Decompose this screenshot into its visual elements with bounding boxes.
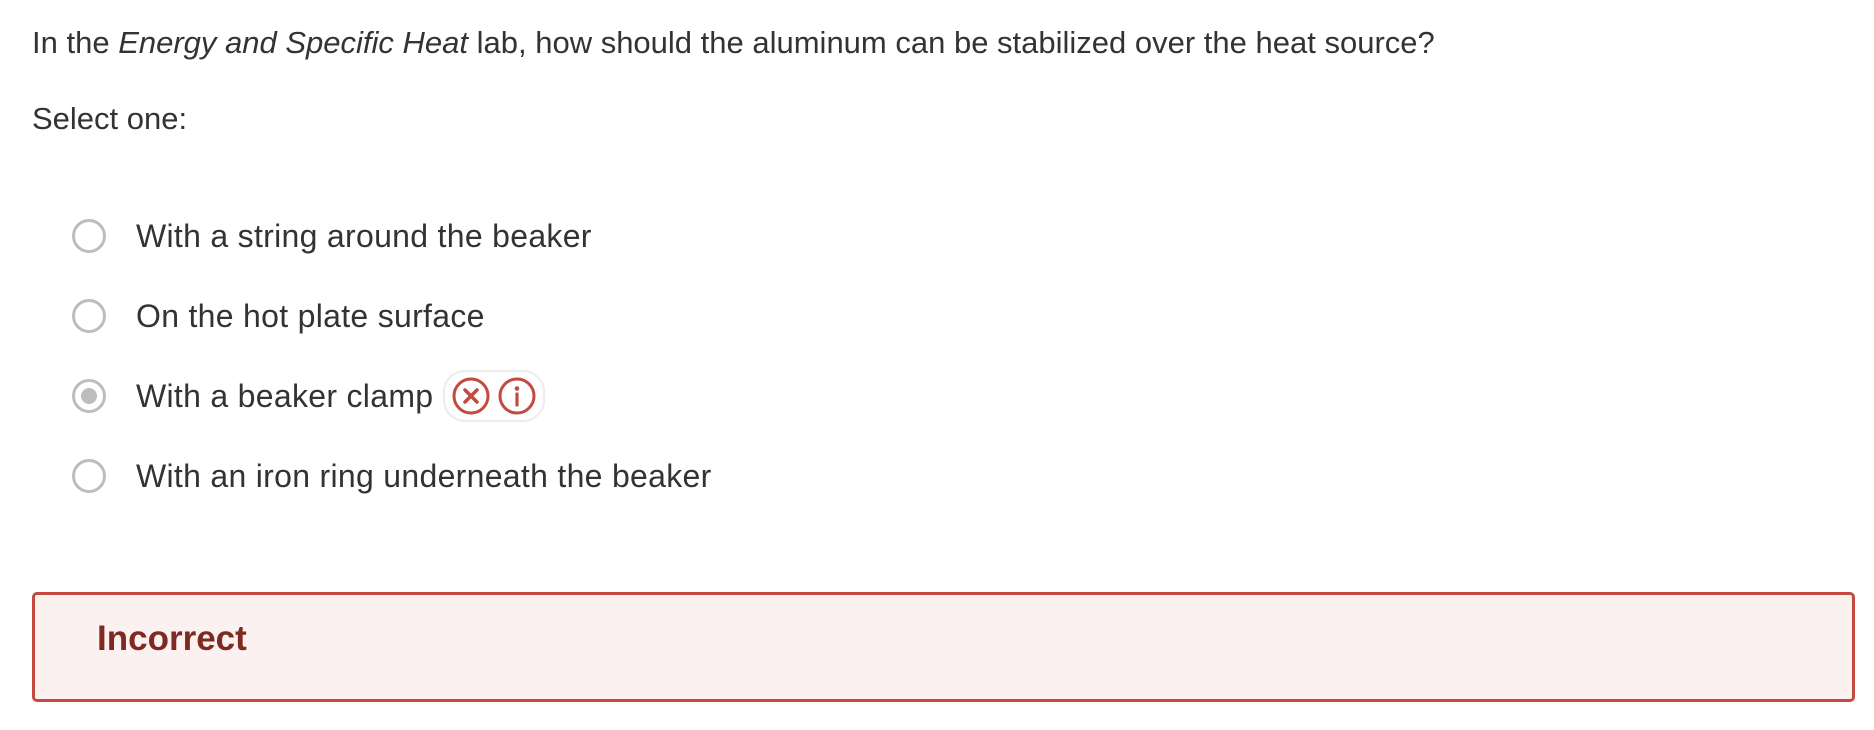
select-instruction: Select one: [32,101,188,136]
option-label: On the hot plate surface [136,298,485,334]
question-prefix: In the [32,25,119,60]
option-hot-plate-surface[interactable]: On the hot plate surface [72,276,712,356]
option-string-around-beaker[interactable]: With a string around the beaker [72,196,712,276]
option-label: With a beaker clamp [136,378,434,414]
question-suffix: lab, how should the aluminum can be stab… [468,25,1435,60]
question-text: In the Energy and Specific Heat lab, how… [32,20,1435,66]
option-iron-ring[interactable]: With an iron ring underneath the beaker [72,436,712,516]
result-feedback-box: Incorrect [32,592,1855,702]
radio-button[interactable] [72,219,106,253]
info-icon[interactable] [497,376,537,416]
answer-feedback [443,370,546,422]
radio-button[interactable] [72,299,106,333]
option-label: With a string around the beaker [136,218,592,254]
incorrect-x-icon [452,377,490,415]
radio-button-selected[interactable] [72,379,106,413]
option-label: With an iron ring underneath the beaker [136,458,712,494]
answer-options: With a string around the beaker On the h… [72,196,712,516]
option-beaker-clamp[interactable]: With a beaker clamp [72,356,712,436]
radio-button[interactable] [72,459,106,493]
question-lab-name: Energy and Specific Heat [118,25,468,60]
result-title: Incorrect [97,619,247,658]
